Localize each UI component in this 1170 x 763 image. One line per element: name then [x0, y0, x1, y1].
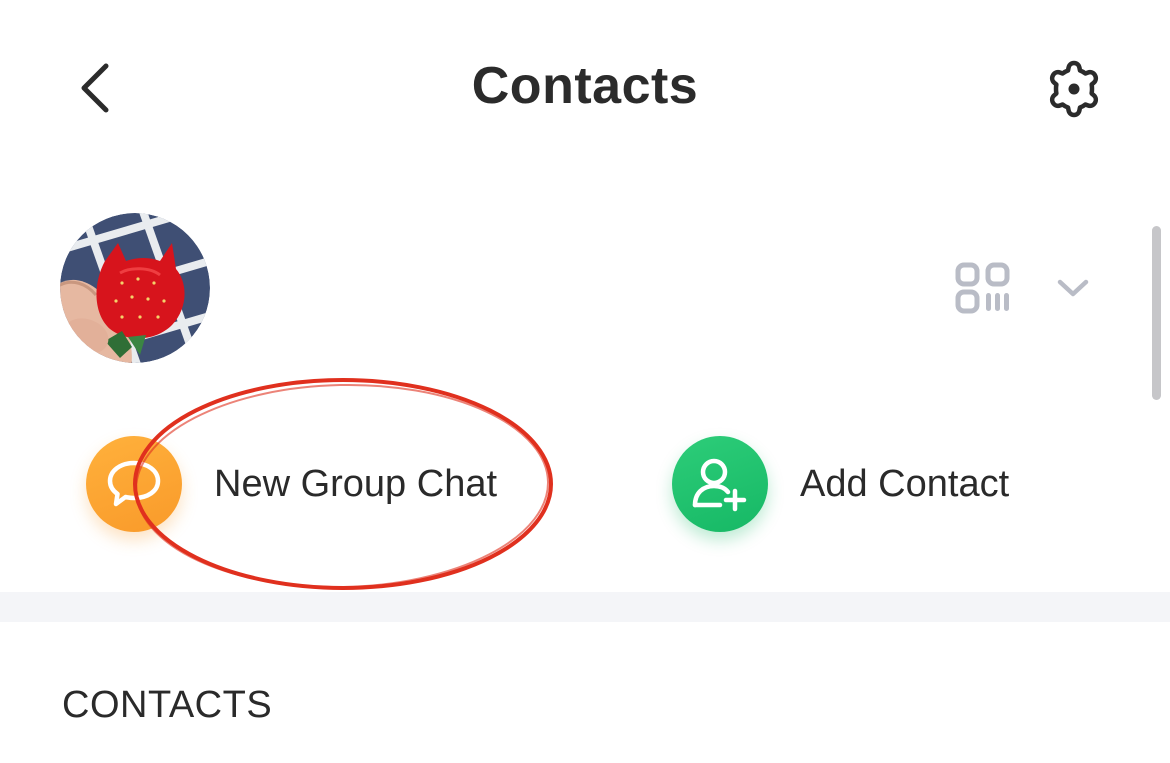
new-group-chat-icon-circle — [86, 436, 182, 532]
qr-code-button[interactable] — [950, 257, 1018, 319]
settings-button[interactable] — [1036, 54, 1112, 124]
contacts-section-header: CONTACTS — [62, 684, 273, 726]
page-title: Contacts — [471, 57, 699, 115]
new-group-chat-label: New Group Chat — [214, 462, 498, 505]
qr-code-icon — [955, 262, 1010, 314]
header: Contacts — [0, 0, 1170, 180]
contacts-screen: Contacts New Group Chat Add Contact CONT… — [0, 0, 1170, 763]
new-group-chat-button[interactable]: New Group Chat — [86, 436, 497, 532]
add-user-icon — [692, 458, 747, 512]
add-contact-label: Add Contact — [800, 462, 1010, 505]
add-contact-icon-circle — [672, 436, 768, 532]
avatar-image — [60, 213, 210, 363]
chat-bubble-icon — [107, 460, 161, 507]
expand-profile-button[interactable] — [1050, 268, 1096, 308]
avatar[interactable] — [60, 213, 210, 363]
section-divider — [0, 592, 1170, 622]
gear-icon — [1049, 60, 1099, 118]
add-contact-button[interactable]: Add Contact — [672, 436, 1009, 532]
chevron-down-icon — [1057, 279, 1089, 297]
scrollbar[interactable] — [1152, 226, 1161, 400]
